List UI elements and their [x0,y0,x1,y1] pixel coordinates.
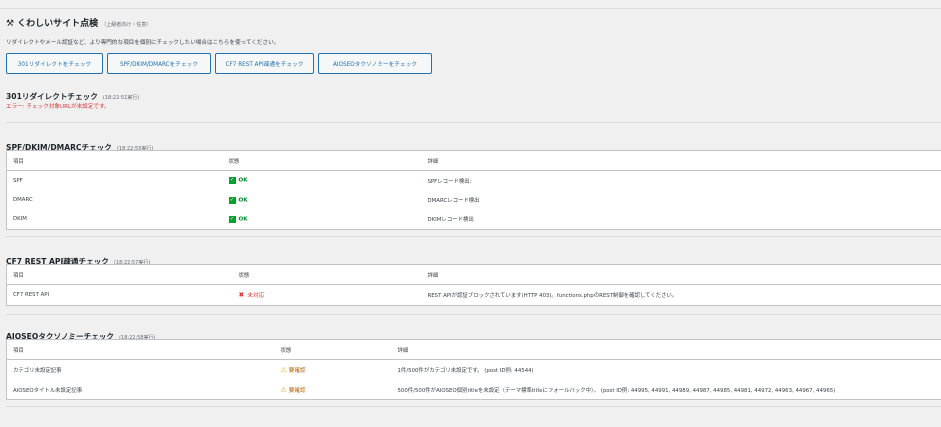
col-status: 状態 [274,339,392,360]
top-divider [0,8,941,9]
table-row: DMARC ✓ OK DMARCレコード検出 [13,196,480,204]
check-cf7-button[interactable]: CF7 REST API疎通をチェック [215,53,314,74]
spf-table: 項目 状態 詳細 SPF ✓ OK SPFレコード検出: DMARC ✓ OK DM… [6,150,941,230]
aioseo-table: 項目 状態 詳細 カテゴリ未設定記事 ⚠ 要確認 1件/500件がカテゴリ未設定で… [6,339,941,400]
page-title: ⚒ くわしいサイト点検 （上級者向け・任意） [6,16,151,29]
section-divider [6,122,941,123]
checkmark-box-icon: ✓ [228,177,236,185]
x-mark-icon: ✖ [238,291,245,299]
title-text: くわしいサイト点検 [17,19,99,29]
check-spf-button[interactable]: SPF/DKIM/DMARCをチェック [107,53,211,74]
intro-text: リダイレクトやメール認証など、より専門的な項目を個別にチェックしたい場合はこちら… [6,40,280,46]
table-row: AIOSEOタイトル未設定記事 ⚠ 要確認 500件/500件がAIOSEO個別t… [13,385,836,394]
table-row: カテゴリ未設定記事 ⚠ 要確認 1件/500件がカテゴリ未設定です。 (post … [13,366,534,375]
tools-icon: ⚒ [6,19,15,29]
table-row: SPF ✓ OK SPFレコード検出: [13,177,472,185]
cf7-table: 項目 状態 詳細 CF7 REST API ✖ 未対応 REST APIが認証ブロ… [6,264,941,306]
col-item: 項目 [6,150,223,171]
checkmark-box-icon: ✓ [228,215,236,223]
check-redirect-button[interactable]: 301リダイレクトをチェック [6,53,103,74]
table-row: DKIM ✓ OK DKIMレコード検出 [13,215,474,224]
warning-triangle-icon: ⚠ [280,385,287,394]
redirect-error: エラー: チェック対象URLが未設定です。 [6,104,110,110]
col-detail: 詳細 [421,150,941,171]
redirect-section-title: 301リダイレクトチェック (18:22:51実行) [6,92,140,101]
col-status: 状態 [232,264,422,285]
section-divider [6,314,941,315]
col-status: 状態 [222,150,422,171]
check-aioseo-button[interactable]: AIOSEOタクソノミーをチェック [318,53,432,74]
title-note: （上級者向け・任意） [101,22,152,28]
section-divider [6,236,941,237]
col-detail: 詳細 [391,339,941,360]
col-item: 項目 [6,264,233,285]
table-row: CF7 REST API ✖ 未対応 REST APIが認証ブロックされています(… [13,291,678,299]
col-item: 項目 [6,339,275,360]
checkmark-box-icon: ✓ [228,196,236,204]
warning-triangle-icon: ⚠ [280,366,287,375]
col-detail: 詳細 [421,264,941,285]
section-divider [6,406,941,407]
